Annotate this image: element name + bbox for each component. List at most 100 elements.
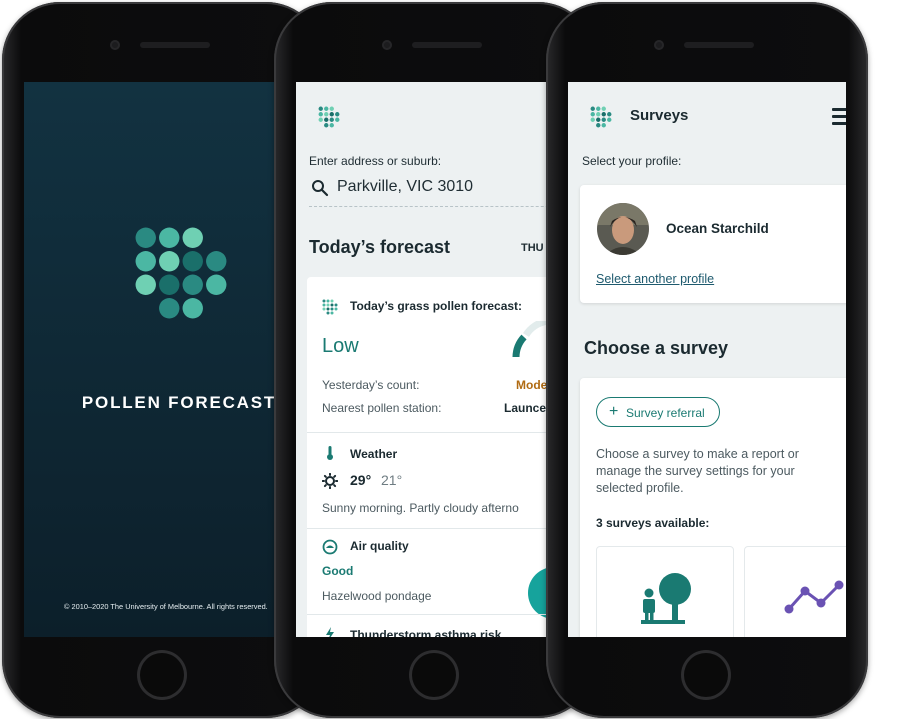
plus-icon: + <box>609 403 619 420</box>
logo-dot <box>322 303 326 307</box>
front-camera <box>654 40 664 50</box>
survey-referral-label: Survey referral <box>626 406 705 420</box>
home-button[interactable] <box>681 650 731 700</box>
air-quality-location: Hazelwood pondage <box>322 589 432 603</box>
logo-dot <box>324 106 329 111</box>
logo-dot <box>182 251 203 272</box>
surveys-count: 3 surveys available: <box>596 516 710 530</box>
logo-dot <box>596 123 601 128</box>
copyright-text: © 2010–2020 The University of Melbourne.… <box>64 602 268 611</box>
logo-dot <box>326 299 330 303</box>
nearest-station-value: Launce <box>504 401 547 415</box>
logo-dot <box>601 123 606 128</box>
temperature-high: 29° <box>350 472 372 488</box>
address-search-input[interactable]: Parkville, VIC 3010 <box>309 176 574 207</box>
select-another-profile-link[interactable]: Select another profile <box>596 272 714 286</box>
thunderstorm-icon <box>326 627 334 637</box>
grass-pollen-heading: Today’s grass pollen forecast: <box>350 299 523 313</box>
hamburger-menu-icon[interactable] <box>832 108 846 126</box>
logo-dot <box>330 311 334 315</box>
logo-dot <box>590 117 595 122</box>
survey-tile[interactable] <box>596 546 734 637</box>
logo-dot <box>159 298 180 319</box>
logo-dot <box>326 311 330 315</box>
logo-dot <box>329 112 334 117</box>
surveys-screen: Surveys Select your profile: Ocean Starc… <box>568 82 846 637</box>
profile-name: Ocean Starchild <box>666 221 769 236</box>
survey-card: + Survey referral Choose a survey to mak… <box>580 378 846 637</box>
trend-line-icon <box>784 580 844 614</box>
logo-dot <box>335 112 340 117</box>
logo-dot <box>135 227 156 248</box>
yesterday-count-value: Mode <box>516 378 548 392</box>
pollen-logo-icon <box>135 227 227 319</box>
forecast-screen: Enter address or suburb: Parkville, VIC … <box>296 82 574 637</box>
logo-dot <box>324 112 329 117</box>
logo-dot <box>326 303 330 307</box>
logo-dot <box>318 106 323 111</box>
logo-dot <box>322 307 326 311</box>
logo-dot <box>330 307 334 311</box>
splash-app-title: POLLEN FORECAST <box>81 393 277 412</box>
logo-dot <box>135 251 156 272</box>
logo-dot <box>607 112 612 117</box>
temperature-low: 21° <box>381 472 403 488</box>
pollen-logo-small-icon[interactable] <box>590 106 612 128</box>
home-button[interactable] <box>409 650 459 700</box>
front-camera <box>110 40 120 50</box>
front-camera <box>382 40 392 50</box>
logo-dot <box>206 274 227 295</box>
avatar <box>597 203 649 255</box>
earpiece-speaker <box>412 42 482 48</box>
logo-dot <box>329 117 334 122</box>
logo-dot <box>318 117 323 122</box>
logo-dot <box>159 251 180 272</box>
nearest-station-label: Nearest pollen station: <box>322 401 442 415</box>
logo-dot <box>596 112 601 117</box>
logo-dot <box>182 274 203 295</box>
profile-card: Ocean Starchild Select another profile <box>580 185 846 303</box>
todays-forecast-title: Today’s forecast <box>309 237 451 257</box>
survey-description: Choose a survey to make a report or mana… <box>596 447 799 495</box>
choose-survey-title: Choose a survey <box>584 338 729 358</box>
select-profile-label: Select your profile: <box>582 154 682 168</box>
logo-dot <box>182 227 203 248</box>
logo-dot <box>182 298 203 319</box>
logo-dot <box>590 106 595 111</box>
thermometer-icon <box>327 446 333 460</box>
survey-referral-button[interactable]: + Survey referral <box>596 397 720 427</box>
logo-dot <box>318 112 323 117</box>
logo-dot <box>159 227 180 248</box>
logo-dot <box>159 274 180 295</box>
surveys-page-title: Surveys <box>630 107 689 124</box>
logo-dot <box>601 106 606 111</box>
home-button[interactable] <box>137 650 187 700</box>
pollen-logo-small-icon[interactable] <box>318 106 340 128</box>
divider <box>307 432 574 433</box>
survey-tile[interactable] <box>744 546 846 637</box>
logo-dot <box>330 303 334 307</box>
thunderstorm-heading: Thunderstorm asthma risk <box>350 628 502 637</box>
splash-screen: POLLEN FORECAST © 2010–2020 The Universi… <box>24 82 302 637</box>
air-quality-icon <box>322 539 338 555</box>
logo-dot <box>601 112 606 117</box>
logo-dot <box>329 123 334 128</box>
logo-dot <box>590 112 595 117</box>
logo-dot <box>334 303 338 307</box>
logo-dot <box>596 106 601 111</box>
forecast-card: Today’s grass pollen forecast: Low Yeste… <box>307 277 574 637</box>
logo-dot <box>326 307 330 311</box>
air-quality-heading: Air quality <box>350 539 409 553</box>
earpiece-speaker <box>140 42 210 48</box>
address-value: Parkville, VIC 3010 <box>337 178 474 195</box>
weather-description: Sunny morning. Partly cloudy afterno <box>322 501 519 515</box>
logo-dot <box>322 299 326 303</box>
search-icon <box>312 180 329 197</box>
logo-dot <box>330 299 334 303</box>
address-label: Enter address or suburb: <box>309 154 442 168</box>
logo-dot <box>324 123 329 128</box>
logo-dot <box>206 251 227 272</box>
logo-dot <box>324 117 329 122</box>
pollen-level-value: Low <box>322 335 359 357</box>
earpiece-speaker <box>684 42 754 48</box>
